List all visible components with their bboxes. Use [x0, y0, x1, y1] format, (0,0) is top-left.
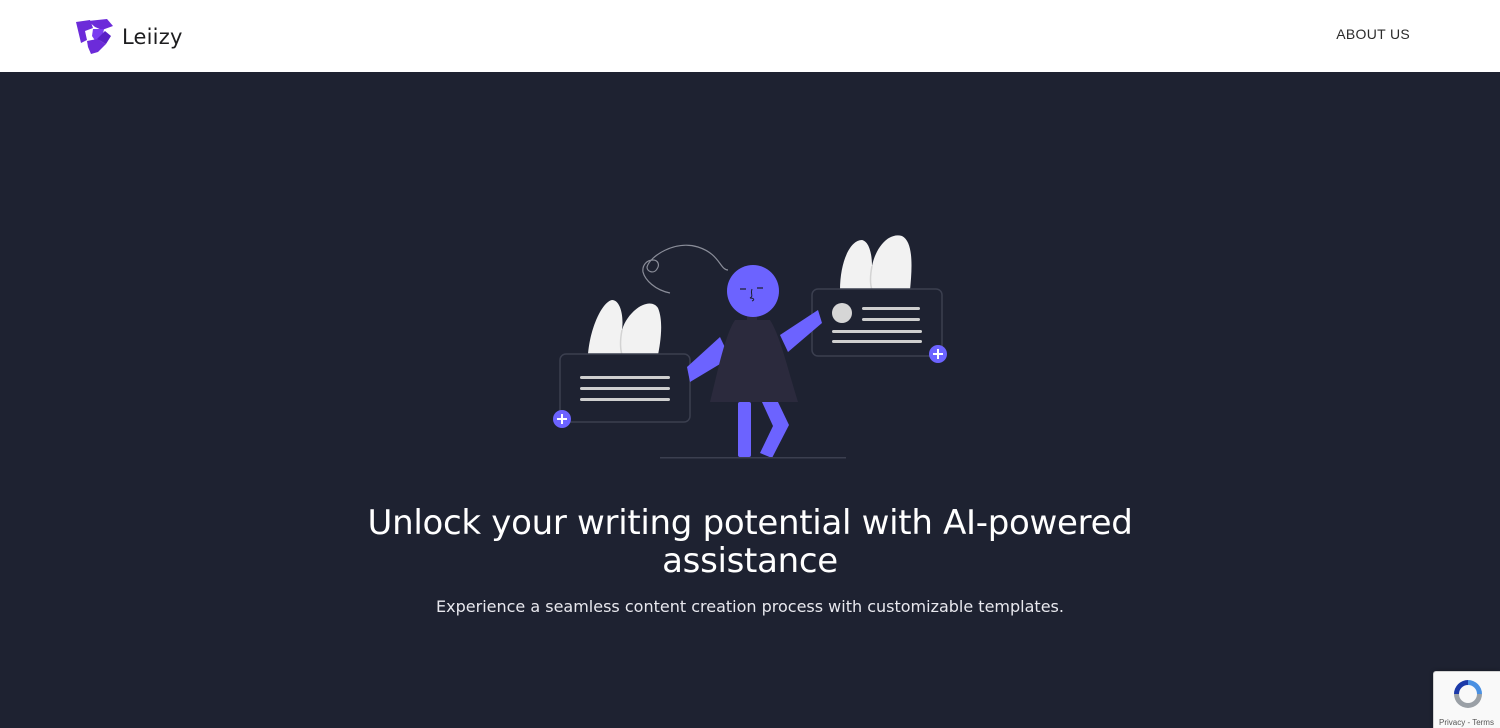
hero-illustration: [553, 235, 947, 459]
hero-subtext: Experience a seamless content creation p…: [436, 597, 1064, 616]
site-header: Leiizy ABOUT US: [0, 0, 1500, 72]
nav-about-us[interactable]: ABOUT US: [1336, 26, 1410, 42]
recaptcha-icon: [1454, 680, 1482, 708]
brand-name: Leiizy: [122, 25, 183, 49]
recaptcha-links[interactable]: Privacy - Terms: [1439, 718, 1494, 727]
hero-headline: Unlock your writing potential with AI-po…: [367, 503, 1133, 581]
recaptcha-badge[interactable]: Privacy - Terms: [1433, 671, 1500, 728]
brand-logo[interactable]: Leiizy: [74, 17, 183, 57]
add-icon: [929, 345, 947, 363]
leiizy-logo-icon: [76, 19, 113, 54]
add-icon: [553, 410, 571, 428]
